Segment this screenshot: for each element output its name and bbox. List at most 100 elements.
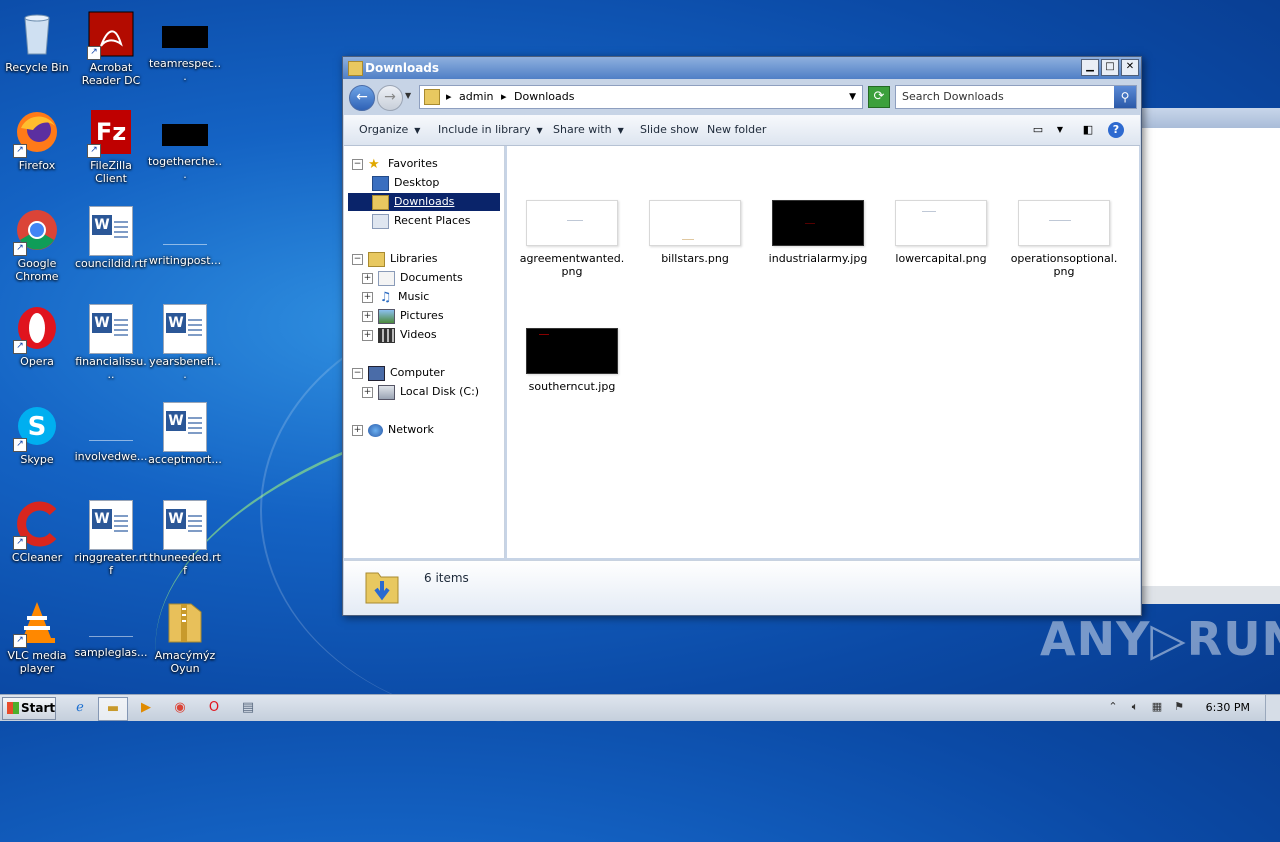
forward-button[interactable]: →: [377, 85, 403, 111]
organize-button[interactable]: Organize ▼: [359, 115, 420, 146]
pictures-icon: [378, 308, 395, 324]
desktop-icon-vlc[interactable]: ↗ VLC media player: [0, 594, 74, 686]
expand-icon[interactable]: +: [362, 329, 373, 341]
nav-desktop[interactable]: Desktop: [372, 174, 439, 192]
nav-network[interactable]: + Network: [352, 421, 434, 439]
action-center-flag-icon[interactable]: ⚑: [1172, 700, 1186, 714]
change-view-icon[interactable]: ▭: [1030, 122, 1046, 138]
desktop-icon-file[interactable]: writingpost...: [148, 202, 222, 294]
breadcrumb-item-admin[interactable]: admin: [459, 90, 493, 103]
network-tray-icon[interactable]: ▦: [1150, 700, 1164, 714]
volume-icon[interactable]: 🔈︎: [1128, 700, 1142, 714]
desktop-icon-rtf[interactable]: W ringgreater.rtf: [74, 496, 148, 588]
close-button[interactable]: ✕: [1121, 59, 1139, 76]
breadcrumb-item-downloads[interactable]: Downloads: [514, 90, 574, 103]
desktop-icon-rtf[interactable]: W yearsbenefi...: [148, 300, 222, 392]
desktop-icon-ccleaner[interactable]: ↗ CCleaner: [0, 496, 74, 588]
desktop-icon-opera[interactable]: ↗ Opera: [0, 300, 74, 392]
downloads-folder-icon: [364, 567, 400, 605]
desktop-icon-acrobat[interactable]: ↗ Acrobat Reader DC: [74, 6, 148, 98]
background-window[interactable]: [1140, 108, 1280, 604]
taskbar-explorer-icon[interactable]: ▬: [98, 697, 128, 721]
clock[interactable]: 6:30 PM: [1206, 695, 1250, 721]
expand-icon[interactable]: +: [352, 424, 363, 436]
expand-icon[interactable]: +: [362, 386, 373, 398]
file-item[interactable]: agreementwanted. png: [517, 200, 627, 278]
expand-icon[interactable]: +: [362, 291, 373, 303]
nav-label: Local Disk (C:): [400, 385, 480, 398]
explorer-window[interactable]: Downloads ▁ □ ✕ ← → ▼ ▸ admin ▸ Download…: [342, 56, 1142, 616]
collapse-icon[interactable]: −: [352, 367, 363, 379]
collapse-icon[interactable]: −: [352, 158, 363, 170]
desktop-icon-file[interactable]: involvedwe...: [74, 398, 148, 490]
desktop-icon-label: Skype: [20, 453, 54, 466]
desktop-icon-file[interactable]: sampleglas...: [74, 594, 148, 686]
view-options-chevron-icon[interactable]: ▼: [1052, 122, 1068, 138]
nav-documents[interactable]: + Documents: [362, 269, 463, 287]
history-dropdown-icon[interactable]: ▼: [405, 91, 411, 100]
back-button[interactable]: ←: [349, 85, 375, 111]
desktop-icon-firefox[interactable]: ↗ Firefox: [0, 104, 74, 196]
minimize-button[interactable]: ▁: [1081, 59, 1099, 76]
nav-pictures[interactable]: + Pictures: [362, 307, 444, 325]
desktop-icon-skype[interactable]: S ↗ Skype: [0, 398, 74, 490]
expand-icon[interactable]: +: [362, 272, 373, 284]
taskbar-notepad-icon[interactable]: ▤: [234, 697, 262, 719]
word-doc-icon: W: [163, 402, 207, 452]
file-name: billstars.png: [661, 252, 729, 265]
shortcut-arrow-icon: ↗: [13, 438, 27, 452]
desktop-icon-zip[interactable]: Amacýmýz Oyun: [148, 594, 222, 686]
desktop-icon-filezilla[interactable]: Fz ↗ FileZilla Client: [74, 104, 148, 196]
desktop-icon-recycle-bin[interactable]: Recycle Bin: [0, 6, 74, 98]
maximize-button[interactable]: □: [1101, 59, 1119, 76]
show-desktop-button[interactable]: [1265, 695, 1280, 721]
background-window-statusbar: [1141, 586, 1280, 604]
nav-libraries[interactable]: − Libraries: [352, 250, 438, 268]
preview-pane-icon[interactable]: ◧: [1080, 122, 1096, 138]
desktop-icon-file[interactable]: teamrespec...: [148, 6, 222, 98]
show-hidden-icons-icon[interactable]: ⌃: [1106, 700, 1120, 714]
address-bar[interactable]: ▸ admin ▸ Downloads ▼: [419, 85, 863, 109]
taskbar-ie-icon[interactable]: ℯ: [66, 697, 94, 719]
nav-computer[interactable]: − Computer: [352, 364, 445, 382]
nav-downloads[interactable]: Downloads: [348, 193, 500, 211]
breadcrumb-separator-icon[interactable]: ▸: [501, 90, 507, 103]
collapse-icon[interactable]: −: [352, 253, 363, 265]
nav-favorites[interactable]: − ★ Favorites: [352, 155, 438, 173]
help-icon[interactable]: ?: [1108, 122, 1124, 138]
new-folder-button[interactable]: New folder: [707, 115, 766, 145]
search-input[interactable]: Search Downloads ⚲: [895, 85, 1137, 109]
file-item[interactable]: operationsoptional. png: [1009, 200, 1119, 278]
nav-recent-places[interactable]: Recent Places: [372, 212, 471, 230]
refresh-button[interactable]: ⟳: [868, 86, 890, 108]
start-button[interactable]: Start: [2, 697, 56, 720]
slide-show-button[interactable]: Slide show: [640, 115, 699, 145]
desktop-icon-label: acceptmort...: [148, 453, 222, 466]
file-item[interactable]: industrialarmy.jpg: [763, 200, 873, 265]
breadcrumb-separator-icon[interactable]: ▸: [446, 90, 452, 103]
desktop-icon-chrome[interactable]: ↗ Google Chrome: [0, 202, 74, 294]
nav-videos[interactable]: + Videos: [362, 326, 437, 344]
include-in-library-button[interactable]: Include in library ▼: [438, 115, 543, 146]
address-dropdown-icon[interactable]: ▼: [849, 86, 856, 108]
nav-local-disk[interactable]: + Local Disk (C:): [362, 383, 479, 401]
desktop-icon-file[interactable]: togetherche...: [148, 104, 222, 196]
nav-music[interactable]: + ♫ Music: [362, 288, 429, 306]
desktop-icon-rtf[interactable]: W councildid.rtf: [74, 202, 148, 294]
black-file-icon: [162, 26, 208, 48]
taskbar-opera-icon[interactable]: O: [200, 697, 228, 719]
desktop-icon-rtf[interactable]: W thuneeded.rtf: [148, 496, 222, 588]
window-titlebar[interactable]: Downloads ▁ □ ✕: [343, 57, 1141, 79]
file-item[interactable]: southerncut.jpg: [517, 328, 627, 393]
taskbar-media-player-icon[interactable]: ▶: [132, 697, 160, 719]
background-window-titlebar[interactable]: [1141, 108, 1280, 128]
file-item[interactable]: billstars.png: [640, 200, 750, 265]
search-icon[interactable]: ⚲: [1114, 86, 1136, 108]
desktop-icon-rtf[interactable]: W acceptmort...: [148, 398, 222, 490]
desktop-icon-rtf[interactable]: W financialissu...: [74, 300, 148, 392]
taskbar-chrome-icon[interactable]: ◉: [166, 697, 194, 719]
file-item[interactable]: lowercapital.png: [886, 200, 996, 265]
music-icon: ♫: [379, 289, 392, 305]
share-with-button[interactable]: Share with ▼: [553, 115, 624, 146]
expand-icon[interactable]: +: [362, 310, 373, 322]
